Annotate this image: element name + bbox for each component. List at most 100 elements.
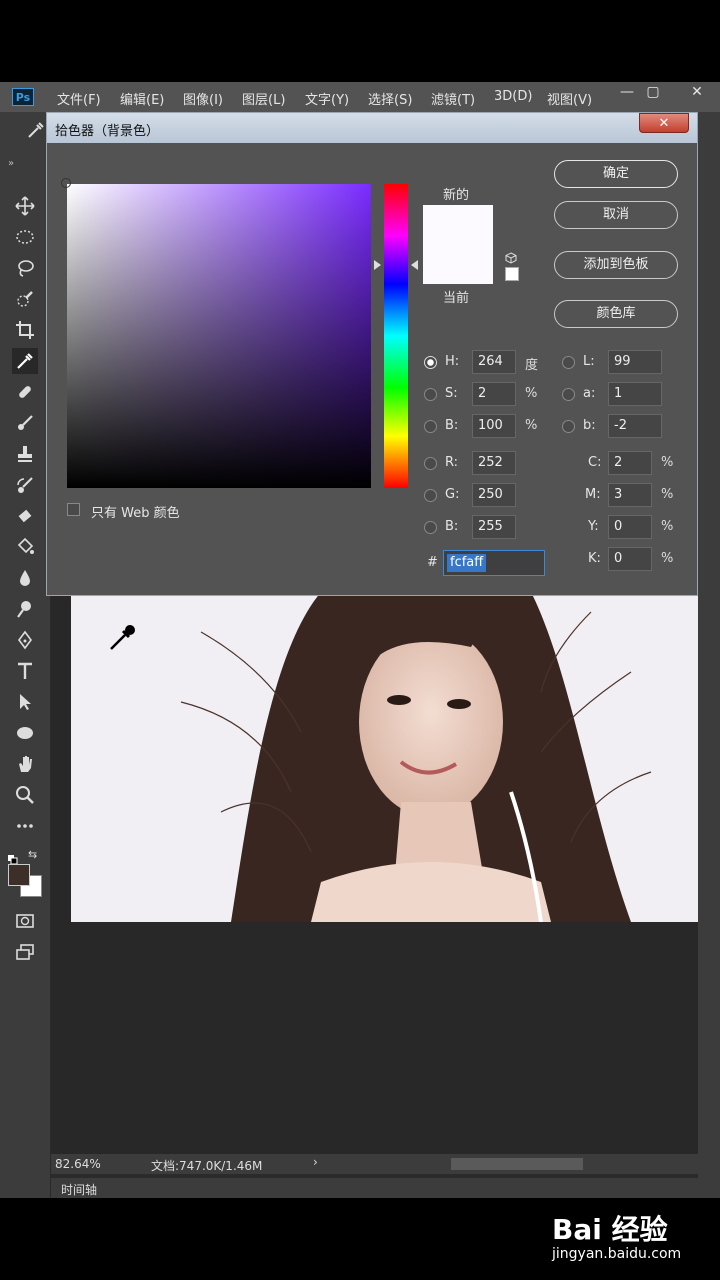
ok-button[interactable]: 确定: [554, 160, 678, 188]
screen-mode-icon[interactable]: [12, 939, 38, 965]
lab-b-radio[interactable]: [562, 420, 575, 433]
lab-a-input[interactable]: 1: [608, 382, 662, 406]
brush-tool-icon[interactable]: [12, 410, 38, 436]
blue-input[interactable]: 255: [472, 515, 516, 539]
lab-l-input[interactable]: 99: [608, 350, 662, 374]
lab-l-radio[interactable]: [562, 356, 575, 369]
web-only-checkbox[interactable]: [67, 503, 80, 516]
red-input[interactable]: 252: [472, 451, 516, 475]
blur-tool-icon[interactable]: [12, 565, 38, 591]
document-photo: [71, 592, 698, 922]
minimize-button[interactable]: —: [614, 84, 640, 100]
lab-b-label: b:: [583, 418, 596, 433]
black-label: K:: [588, 551, 601, 566]
watermark-logo: Bai 经验: [552, 1213, 668, 1246]
hex-input[interactable]: fcfaff: [443, 550, 545, 576]
lab-b-input[interactable]: -2: [608, 414, 662, 438]
black-unit: %: [661, 551, 674, 566]
saturation-input[interactable]: 2: [472, 382, 516, 406]
menu-3d[interactable]: 3D(D): [494, 89, 532, 104]
hue-unit: 度: [525, 358, 539, 373]
current-color-swatch[interactable]: [423, 245, 493, 284]
tab-timeline[interactable]: 时间轴: [61, 1181, 97, 1198]
horizontal-scrollbar[interactable]: [451, 1158, 583, 1170]
brightness-radio[interactable]: [424, 420, 437, 433]
eyedropper-option-icon[interactable]: [26, 120, 46, 144]
close-window-button[interactable]: ✕: [684, 84, 710, 100]
marquee-tool-icon[interactable]: [12, 224, 38, 250]
clone-stamp-tool-icon[interactable]: [12, 441, 38, 467]
saturation-brightness-field[interactable]: [67, 184, 371, 488]
magenta-input[interactable]: 3: [608, 483, 652, 507]
status-menu-arrow-icon[interactable]: ›: [313, 1155, 318, 1169]
magenta-unit: %: [661, 487, 674, 502]
menu-filter[interactable]: 滤镜(T): [431, 89, 475, 108]
healing-brush-tool-icon[interactable]: [12, 379, 38, 405]
more-tools-icon[interactable]: [12, 813, 38, 839]
cyan-label: C:: [588, 455, 602, 470]
pen-tool-icon[interactable]: [12, 627, 38, 653]
maximize-button[interactable]: ▢: [640, 84, 666, 100]
zoom-level[interactable]: 82.64%: [55, 1157, 101, 1171]
color-picker-dialog: 拾色器（背景色） ✕ 新的 当前 确定 取消 添加到色板 颜色库 H: 264 …: [46, 112, 698, 596]
green-radio[interactable]: [424, 489, 437, 502]
hue-slider[interactable]: [384, 184, 408, 488]
menu-type[interactable]: 文字(Y): [305, 89, 349, 108]
new-color-swatch: [423, 205, 493, 245]
eraser-tool-icon[interactable]: [12, 503, 38, 529]
zoom-tool-icon[interactable]: [12, 782, 38, 808]
cyan-input[interactable]: 2: [608, 451, 652, 475]
dialog-titlebar[interactable]: 拾色器（背景色） ✕: [47, 113, 697, 143]
menu-view[interactable]: 视图(V): [547, 89, 592, 108]
eyedropper-tool-icon[interactable]: [12, 348, 38, 374]
foreground-color-swatch[interactable]: [8, 864, 30, 886]
menu-file[interactable]: 文件(F): [57, 89, 101, 108]
menu-layer[interactable]: 图层(L): [242, 89, 285, 108]
out-of-gamut-cube-icon[interactable]: [505, 249, 517, 264]
quick-mask-icon[interactable]: [12, 908, 38, 934]
color-library-button[interactable]: 颜色库: [554, 300, 678, 328]
paint-bucket-tool-icon[interactable]: [12, 534, 38, 560]
history-brush-tool-icon[interactable]: [12, 472, 38, 498]
swap-colors-icon[interactable]: ⇆: [28, 848, 37, 861]
menu-edit[interactable]: 编辑(E): [120, 89, 164, 108]
dialog-title: 拾色器（背景色）: [55, 124, 160, 139]
hand-tool-icon[interactable]: [12, 751, 38, 777]
color-field-marker[interactable]: [61, 178, 71, 188]
hue-slider-right-arrow-icon[interactable]: [411, 260, 418, 270]
lasso-tool-icon[interactable]: [12, 255, 38, 281]
dodge-tool-icon[interactable]: [12, 596, 38, 622]
red-label: R:: [445, 455, 459, 470]
saturation-radio[interactable]: [424, 388, 437, 401]
type-tool-icon[interactable]: [12, 658, 38, 684]
timeline-panel: 时间轴: [51, 1178, 720, 1198]
quick-select-tool-icon[interactable]: [12, 286, 38, 312]
lab-a-radio[interactable]: [562, 388, 575, 401]
menu-select[interactable]: 选择(S): [368, 89, 412, 108]
yellow-input[interactable]: 0: [608, 515, 652, 539]
saturation-unit: %: [525, 386, 538, 401]
ellipse-tool-icon[interactable]: [12, 720, 38, 746]
add-to-swatches-button[interactable]: 添加到色板: [554, 251, 678, 279]
hue-slider-left-arrow-icon[interactable]: [374, 260, 381, 270]
collapse-icon[interactable]: »: [8, 158, 14, 169]
magenta-label: M:: [585, 487, 601, 502]
move-tool-icon[interactable]: [12, 193, 38, 219]
lab-l-label: L:: [583, 354, 595, 369]
menu-image[interactable]: 图像(I): [183, 89, 223, 108]
path-select-tool-icon[interactable]: [12, 689, 38, 715]
toolbox: » ⇆: [0, 148, 51, 1198]
green-input[interactable]: 250: [472, 483, 516, 507]
saturation-label: S:: [445, 386, 458, 401]
brightness-input[interactable]: 100: [472, 414, 516, 438]
cancel-button[interactable]: 取消: [554, 201, 678, 229]
hue-radio[interactable]: [424, 356, 437, 369]
blue-radio[interactable]: [424, 521, 437, 534]
red-radio[interactable]: [424, 457, 437, 470]
crop-tool-icon[interactable]: [12, 317, 38, 343]
hue-input[interactable]: 264: [472, 350, 516, 374]
document-size: 文档:747.0K/1.46M: [151, 1159, 263, 1173]
web-safe-swatch[interactable]: [505, 267, 519, 281]
dialog-close-button[interactable]: ✕: [639, 113, 689, 133]
black-input[interactable]: 0: [608, 547, 652, 571]
